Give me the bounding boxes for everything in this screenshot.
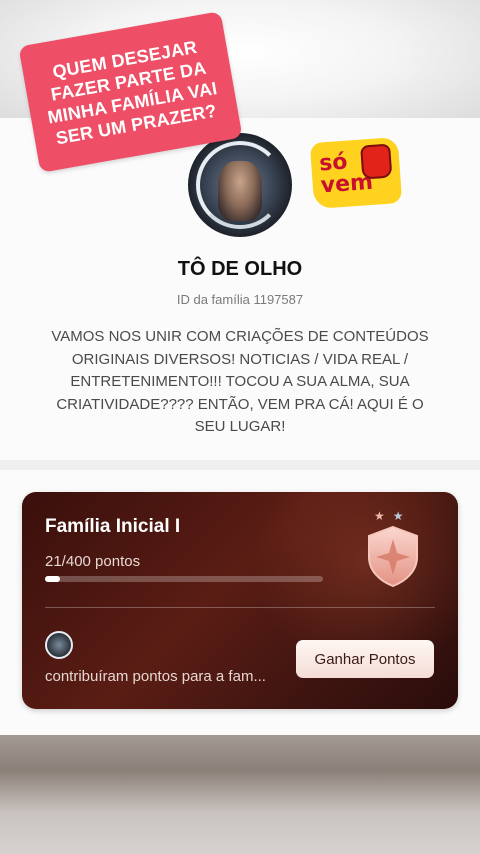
family-name: TÔ DE OLHO (177, 258, 303, 280)
family-level-card[interactable]: Família Inicial I 21/400 pontos ★★ contr… (22, 492, 458, 709)
family-id: ID da família 1197587 (176, 292, 304, 307)
so-vem-sticker: só vem (309, 137, 403, 209)
star-icon: ★ (392, 509, 412, 523)
fist-icon (360, 143, 393, 180)
family-description: VAMOS NOS UNIR COM CRIAÇÕES DE CONTEÚDOS… (51, 328, 429, 435)
earn-points-button[interactable]: Ganhar Pontos (296, 640, 434, 678)
background-bottom (0, 735, 480, 854)
sticker-text: QUEM DESEJAR FAZER PARTE DA MINHA FAMÍLI… (46, 36, 219, 149)
person-icon (218, 161, 262, 221)
card-divider (45, 607, 435, 608)
star-icon: ★ (374, 509, 393, 523)
contributor-avatar[interactable] (45, 631, 73, 659)
points-progress-bar (45, 576, 323, 582)
level-stars: ★★ (374, 509, 412, 523)
points-text: 21/400 pontos (45, 553, 141, 570)
level-title: Família Inicial I (45, 516, 181, 537)
contributors-text: contribuíram pontos para a fam... (45, 668, 266, 685)
shield-badge-icon (368, 525, 418, 588)
family-avatar[interactable] (188, 133, 292, 237)
points-progress-fill (45, 576, 60, 582)
section-divider (0, 460, 480, 470)
